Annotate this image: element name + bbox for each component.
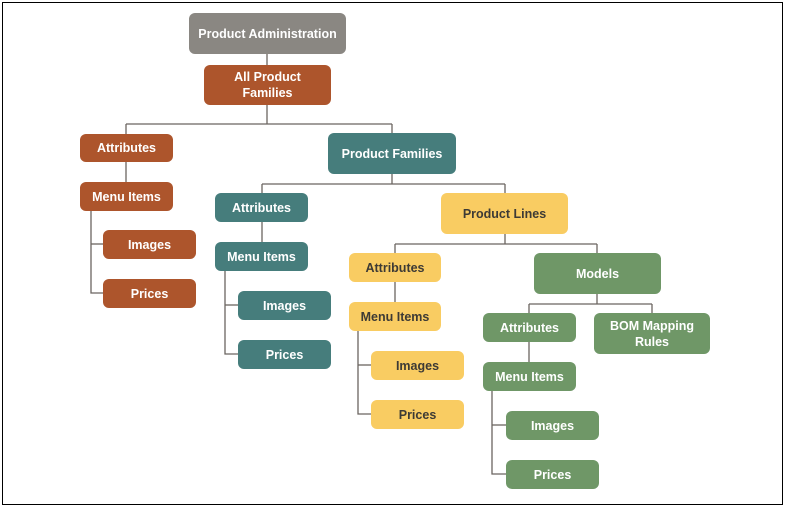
node-pf-menu-items[interactable]: Menu Items [215, 242, 308, 271]
node-apf-images[interactable]: Images [103, 230, 196, 259]
node-models-menu-items[interactable]: Menu Items [483, 362, 576, 391]
node-product-lines[interactable]: Product Lines [441, 193, 568, 234]
node-models-attributes[interactable]: Attributes [483, 313, 576, 342]
node-pf-images[interactable]: Images [238, 291, 331, 320]
connector-pl-menu-children [357, 331, 372, 415]
connector-pf-menu-children [224, 271, 239, 355]
node-apf-prices[interactable]: Prices [103, 279, 196, 308]
node-product-administration[interactable]: Product Administration [189, 13, 346, 54]
node-bom-mapping-rules[interactable]: BOM Mapping Rules [594, 313, 710, 354]
node-models[interactable]: Models [534, 253, 661, 294]
node-pl-images[interactable]: Images [371, 351, 464, 380]
node-pl-attributes[interactable]: Attributes [349, 253, 441, 282]
node-pl-prices[interactable]: Prices [371, 400, 464, 429]
node-pf-attributes[interactable]: Attributes [215, 193, 308, 222]
node-models-prices[interactable]: Prices [506, 460, 599, 489]
node-pf-prices[interactable]: Prices [238, 340, 331, 369]
node-apf-menu-items[interactable]: Menu Items [80, 182, 173, 211]
node-models-images[interactable]: Images [506, 411, 599, 440]
node-pl-menu-items[interactable]: Menu Items [349, 302, 441, 331]
node-apf-attributes[interactable]: Attributes [80, 134, 173, 162]
node-product-families[interactable]: Product Families [328, 133, 456, 174]
connector-models-menu-children [491, 391, 507, 475]
node-all-product-families[interactable]: All Product Families [204, 65, 331, 105]
